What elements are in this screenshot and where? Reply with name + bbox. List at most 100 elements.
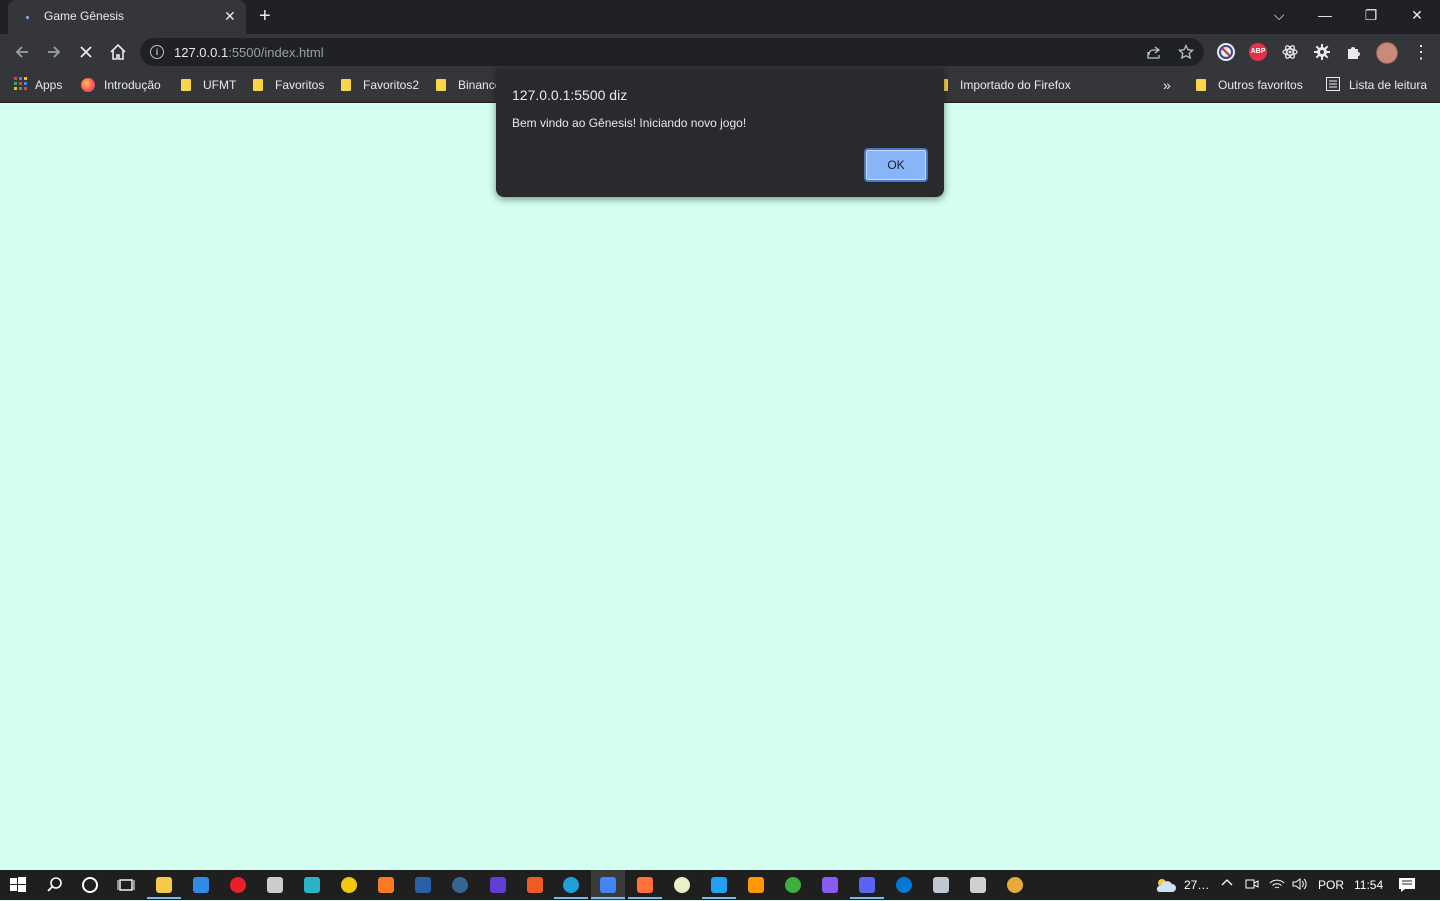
close-window-button[interactable]: ✕ (1394, 0, 1440, 30)
task-view-icon[interactable] (115, 874, 137, 896)
show-hidden-icons[interactable] (1221, 877, 1233, 893)
forward-arrow-icon (48, 46, 61, 58)
clock[interactable]: 11:54 (1354, 877, 1383, 893)
restore-button[interactable]: ❐ (1348, 0, 1394, 30)
windows-start-icon[interactable] (7, 874, 29, 896)
bookmark-ufmt[interactable]: UFMT (181, 77, 236, 93)
react-devtools-icon[interactable] (1281, 43, 1299, 61)
bookmark-label: Favoritos2 (363, 78, 420, 92)
bookmark-outros-favoritos[interactable]: Outros favoritos (1196, 77, 1303, 93)
ok-button[interactable]: OK (864, 148, 928, 182)
url-text[interactable]: 127.0.0.1:5500/index.html (174, 45, 324, 60)
puzzle-extensions-icon[interactable] (1345, 43, 1363, 61)
share-icon[interactable] (1146, 44, 1162, 63)
page-content (0, 103, 1440, 870)
git-icon[interactable] (301, 874, 323, 896)
bookmark-favoritos[interactable]: Favoritos (253, 77, 324, 93)
postman-icon[interactable] (524, 874, 546, 896)
stop-x-icon (80, 46, 92, 58)
tab-title: Game Gênesis (44, 9, 125, 23)
bookmark-binance[interactable]: Binance (436, 77, 501, 93)
bookmarks-overflow-button[interactable]: » (1163, 77, 1171, 93)
github-desktop-icon[interactable] (819, 874, 841, 896)
language-indicator[interactable]: POR (1318, 877, 1344, 893)
notepad-icon[interactable] (671, 874, 693, 896)
search-icon[interactable] (44, 874, 66, 896)
bookmark-label: UFMT (203, 78, 237, 92)
bookmark-label: Outros favoritos (1218, 78, 1303, 92)
vscode-icon[interactable] (708, 874, 730, 896)
minimize-button[interactable]: — (1302, 0, 1348, 30)
home-icon (110, 43, 126, 60)
app-cloud-icon[interactable] (930, 874, 952, 896)
postgres-icon[interactable] (449, 874, 471, 896)
bookmark-importado-firefox[interactable]: Importado do Firefox (938, 77, 1071, 93)
weather-icon[interactable] (1154, 877, 1176, 898)
file-explorer-icon[interactable] (153, 874, 175, 896)
edge-icon[interactable] (560, 874, 582, 896)
running-indicator (147, 897, 181, 899)
dialog-message: Bem vindo ao Gênesis! Iniciando novo jog… (512, 116, 747, 130)
bookmark-star-icon[interactable] (1177, 43, 1195, 63)
dialog-title: 127.0.0.1:5500 diz (512, 87, 628, 103)
reading-list-label: Lista de leitura (1349, 78, 1428, 92)
firefox-icon[interactable] (634, 874, 656, 896)
settings-gear-icon[interactable] (1313, 43, 1331, 61)
app-last-icon[interactable] (1004, 874, 1026, 896)
bookmark-introducao[interactable]: Introdução (81, 77, 161, 93)
stop-loading-button[interactable] (74, 41, 98, 63)
app-green-icon[interactable] (782, 874, 804, 896)
home-button[interactable] (106, 41, 130, 63)
mail-icon[interactable] (190, 874, 212, 896)
reading-list-button[interactable]: Lista de leitura (1326, 77, 1427, 93)
tab-close-icon[interactable]: ✕ (224, 8, 236, 24)
adblock-plus-icon[interactable]: ABP (1249, 43, 1267, 61)
sticky-notes-icon[interactable] (338, 874, 360, 896)
running-indicator (554, 897, 588, 899)
running-indicator (591, 897, 625, 899)
bookmark-apps[interactable]: Apps (14, 77, 62, 93)
discord-icon[interactable] (856, 874, 878, 896)
folder-icon (341, 79, 351, 91)
bookmark-favoritos2[interactable]: Favoritos2 (341, 77, 419, 93)
folder-icon (1196, 79, 1206, 91)
new-tab-button[interactable]: + (259, 5, 271, 27)
xampp-icon[interactable] (375, 874, 397, 896)
bookmark-label: Introdução (104, 78, 161, 92)
back-arrow-icon (15, 46, 28, 58)
tab-loading-icon (26, 16, 29, 19)
profile-avatar[interactable] (1376, 42, 1398, 64)
chrome-icon[interactable] (597, 874, 619, 896)
meet-now-icon[interactable] (1245, 877, 1259, 895)
app-store-icon[interactable] (893, 874, 915, 896)
bookmark-label: Binance (458, 78, 502, 92)
folder-icon (436, 79, 446, 91)
bookmark-label: Favoritos (275, 78, 325, 92)
firefox-favicon (81, 78, 95, 92)
running-indicator (702, 897, 736, 899)
app-blue-icon[interactable] (412, 874, 434, 896)
app-controller-icon[interactable] (967, 874, 989, 896)
sublime-icon[interactable] (745, 874, 767, 896)
terminal-icon[interactable] (264, 874, 286, 896)
forward-button[interactable] (42, 41, 66, 63)
block-icon[interactable] (1217, 43, 1235, 61)
running-indicator (850, 897, 884, 899)
tab-search-button[interactable]: ⌵ (1256, 0, 1302, 30)
wifi-icon[interactable] (1269, 877, 1285, 895)
back-button[interactable] (10, 41, 34, 63)
cortana-icon[interactable] (79, 874, 101, 896)
folder-icon (253, 79, 263, 91)
volume-icon[interactable] (1292, 877, 1308, 895)
app-red-icon[interactable] (227, 874, 249, 896)
app-purple-icon[interactable] (487, 874, 509, 896)
notifications-icon[interactable] (1398, 877, 1416, 897)
apps-grid-icon (14, 77, 27, 90)
weather-temp[interactable]: 27… (1184, 877, 1209, 893)
site-info-icon[interactable]: i (150, 45, 164, 59)
browser-menu-icon[interactable]: ⋮ (1412, 42, 1430, 62)
bookmark-label: Importado do Firefox (960, 78, 1071, 92)
bookmark-label: Apps (35, 78, 63, 92)
reading-list-icon (1326, 77, 1340, 91)
folder-icon (181, 79, 191, 91)
